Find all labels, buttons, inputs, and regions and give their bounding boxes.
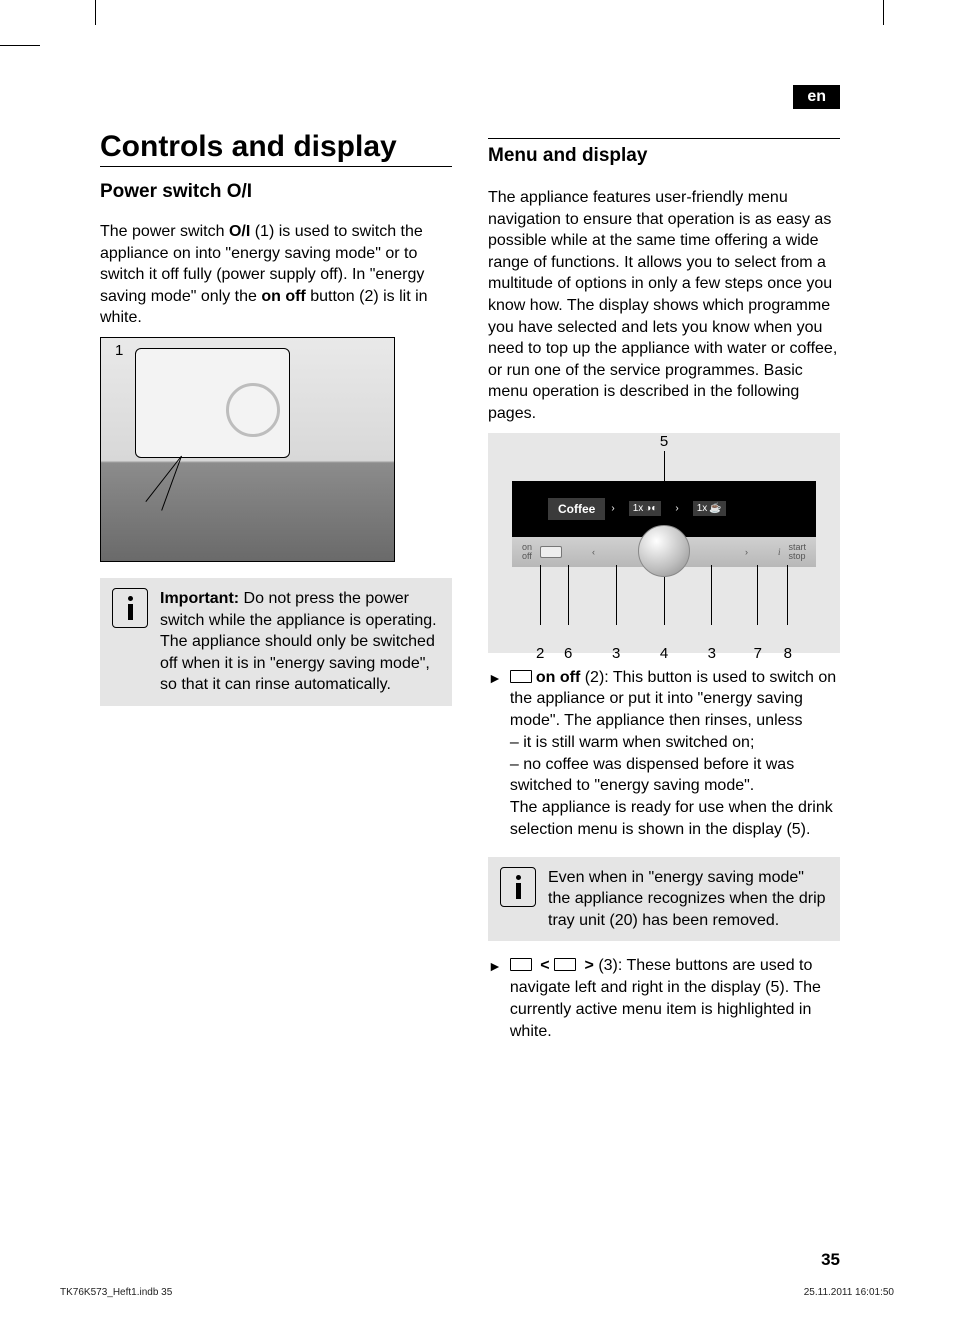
rule: [100, 166, 452, 167]
callout-label-5: 5: [660, 433, 668, 450]
leader-line: [540, 565, 541, 625]
button-glyph-icon: [554, 958, 576, 971]
panel-label-start: start stop: [788, 543, 806, 561]
sub-item: – it is still warm when switched on;: [510, 732, 840, 754]
leader-line: [711, 565, 712, 625]
bullet-onoff: ► on off (2): This button is used to swi…: [488, 667, 840, 841]
crop-mark: [95, 0, 96, 25]
info-glyph: i: [778, 547, 781, 557]
text: The appliance is ready for use when the …: [510, 797, 840, 841]
callout-8: 8: [784, 645, 792, 662]
info-box-drip-tray: Even when in "energy saving mode" the ap…: [488, 857, 840, 942]
rule: [488, 138, 840, 139]
callout-7: 7: [754, 645, 762, 662]
page-number: 35: [821, 1250, 840, 1270]
callout-label-1: 1: [115, 342, 123, 359]
panel-label-onoff: on off: [522, 543, 532, 561]
left-column: Controls and display Power switch O/I Th…: [100, 130, 452, 1042]
callout-2: 2: [536, 645, 544, 662]
triangle-bullet-icon: ►: [488, 957, 502, 1042]
body-text: The appliance features user-friendly men…: [488, 187, 840, 425]
rotary-knob: [638, 525, 690, 577]
section-heading-power: Power switch O/I: [100, 181, 452, 203]
page-content: Controls and display Power switch O/I Th…: [100, 130, 840, 1042]
text-bold: >: [580, 957, 598, 974]
text-bold: on off: [261, 288, 305, 305]
seg-text: 1x: [633, 503, 644, 514]
callout-3: 3: [612, 645, 620, 662]
text: The power switch: [100, 223, 229, 240]
figure-power-switch: 1: [100, 337, 395, 562]
language-tab: en: [793, 85, 840, 109]
text-bold: O/I: [229, 223, 250, 240]
leader-line: [145, 456, 181, 502]
leader-line: [787, 565, 788, 625]
figure-inset: [135, 348, 290, 458]
bullet-navigate: ► < > (3): These buttons are used to nav…: [488, 955, 840, 1042]
page-title: Controls and display: [100, 130, 452, 164]
triangle-bullet-icon: ►: [488, 669, 502, 841]
text-bold: on off: [536, 669, 580, 686]
info-icon: [112, 588, 148, 628]
section-heading-menu: Menu and display: [488, 145, 840, 167]
text-bold: <: [536, 957, 554, 974]
text-bold: Important:: [160, 590, 239, 607]
sub-item: – no coffee was dispensed before it was …: [510, 754, 840, 798]
leader-line: [616, 565, 617, 625]
footer-timestamp: 25.11.2011 16:01:50: [804, 1287, 894, 1298]
right-column: Menu and display The appliance features …: [488, 130, 840, 1042]
leader-line: [161, 456, 182, 511]
leader-line: [568, 565, 569, 625]
button-glyph-icon: [510, 958, 532, 971]
crop-mark: [0, 45, 40, 46]
callout-4: 4: [660, 645, 668, 662]
footer-filename: TK76K573_Heft1.indb 35: [60, 1287, 172, 1298]
info-text: Important: Do not press the power switch…: [160, 588, 440, 696]
leader-line: [664, 577, 665, 625]
button-glyph-icon: [510, 670, 532, 683]
info-text: Even when in "energy saving mode" the ap…: [548, 867, 828, 932]
leader-line: [757, 565, 758, 625]
callout-3b: 3: [708, 645, 716, 662]
figure-control-panel: 5 Coffee › 1x◑◐ › 1x☕ on off ‹: [488, 433, 840, 653]
leader-line: [664, 451, 665, 481]
display-segments: › 1x◑◐ › 1x☕: [611, 501, 725, 516]
chevron-right-icon: ›: [745, 547, 748, 557]
body-text: The power switch O/I (1) is used to swit…: [100, 221, 452, 329]
panel-button: [540, 546, 562, 558]
seg-text: 1x: [697, 503, 708, 514]
display-text-coffee: Coffee: [548, 498, 605, 520]
callout-6: 6: [564, 645, 572, 662]
chevron-left-icon: ‹: [592, 547, 595, 557]
info-box-important: Important: Do not press the power switch…: [100, 578, 452, 706]
info-icon: [500, 867, 536, 907]
crop-mark: [883, 0, 884, 25]
